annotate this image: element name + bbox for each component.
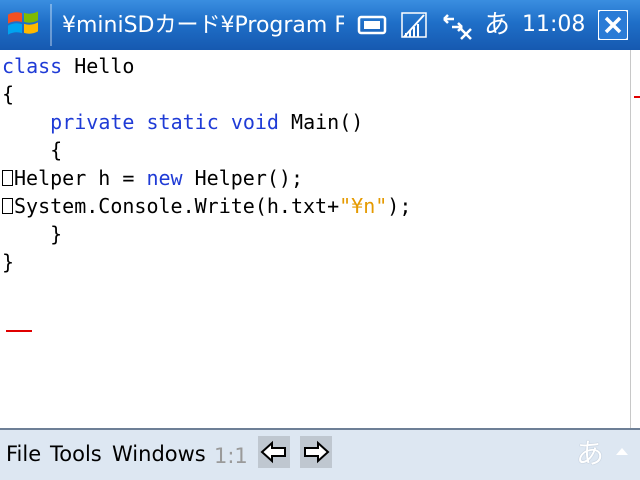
tab-char-box [2, 198, 13, 214]
code-token: Helper(); [182, 166, 303, 190]
code-line-8: } [2, 250, 15, 274]
menu-windows[interactable]: Windows [112, 440, 206, 468]
code-line-6: System.Console.Write(h.txt+"¥n"); [2, 194, 411, 218]
window-title: ¥miniSDカード¥Program Files [62, 13, 344, 38]
code-editor[interactable]: class Hello { private static void Main()… [0, 50, 640, 428]
input-method-button[interactable]: あ [576, 434, 604, 474]
keyboard-icon[interactable] [356, 9, 388, 41]
menu-file[interactable]: File [6, 440, 41, 468]
code-token: System.Console.Write(h.txt+ [14, 194, 340, 218]
signal-off-icon[interactable] [398, 9, 430, 41]
cursor-position: 1:1 [214, 444, 248, 468]
windows-start-icon[interactable] [4, 6, 44, 44]
clock[interactable]: 11:08 [522, 8, 585, 42]
code-line-7: } [2, 222, 63, 246]
keyword: new [146, 166, 183, 190]
arrow-left-icon [260, 440, 286, 464]
keyword: static [146, 110, 219, 134]
menu-bar: File Tools Windows 1:1 あ [0, 428, 640, 480]
ime-indicator[interactable]: あ [484, 8, 510, 42]
connectivity-icon[interactable] [440, 9, 474, 41]
code-line-1: class Hello [2, 54, 134, 78]
arrow-right-icon [304, 440, 330, 464]
code-text[interactable]: class Hello { private static void Main()… [2, 52, 411, 276]
close-icon[interactable] [598, 10, 628, 40]
code-token: Main() [278, 110, 364, 134]
code-token: Hello [62, 54, 135, 78]
string-literal: "¥n" [339, 194, 388, 218]
line-marker [634, 96, 640, 98]
keyword: class [2, 54, 63, 78]
code-line-2: { [2, 82, 15, 106]
back-button[interactable] [258, 436, 290, 468]
keyword: private [50, 110, 135, 134]
tab-char-box [2, 170, 13, 186]
title-separator [50, 4, 52, 46]
code-line-4: { [2, 138, 63, 162]
editor-right-edge [630, 50, 631, 428]
code-line-3: private static void Main() [2, 110, 363, 134]
forward-button[interactable] [300, 436, 332, 468]
code-token: ); [387, 194, 412, 218]
code-line-5: Helper h = new Helper(); [2, 166, 303, 190]
keyword: void [230, 110, 279, 134]
menu-tools[interactable]: Tools [50, 440, 102, 468]
code-token: Helper h = [14, 166, 147, 190]
text-cursor [6, 330, 32, 332]
chevron-up-icon[interactable] [616, 448, 628, 455]
title-bar: ¥miniSDカード¥Program Files あ 11:08 [0, 0, 640, 50]
